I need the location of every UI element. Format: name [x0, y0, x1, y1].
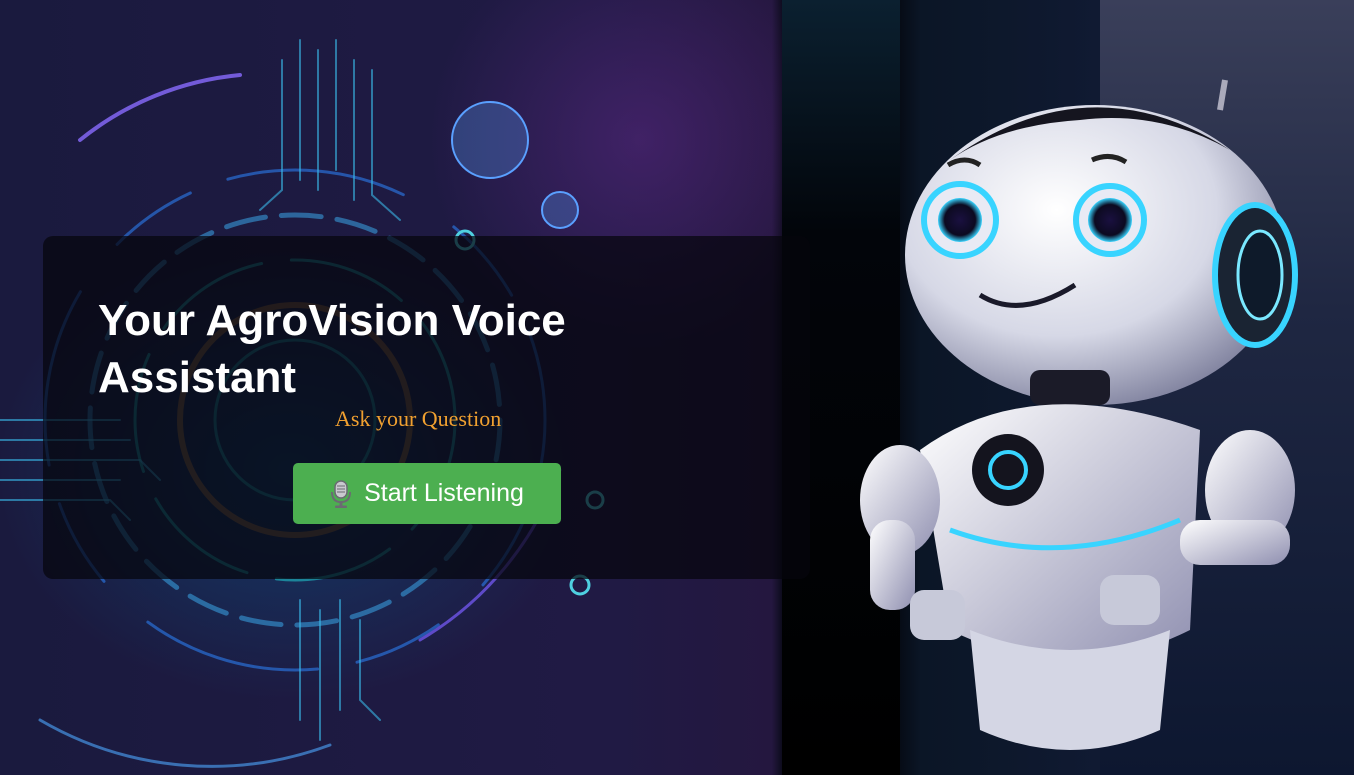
microphone-icon	[330, 479, 352, 508]
start-listening-button[interactable]: Start Listening	[293, 463, 561, 524]
page-title: Your AgroVision Voice Assistant	[98, 296, 566, 402]
prompt-subtitle: Ask your Question	[335, 406, 502, 431]
start-listening-label: Start Listening	[364, 479, 524, 507]
robot-illustration	[860, 79, 1298, 750]
